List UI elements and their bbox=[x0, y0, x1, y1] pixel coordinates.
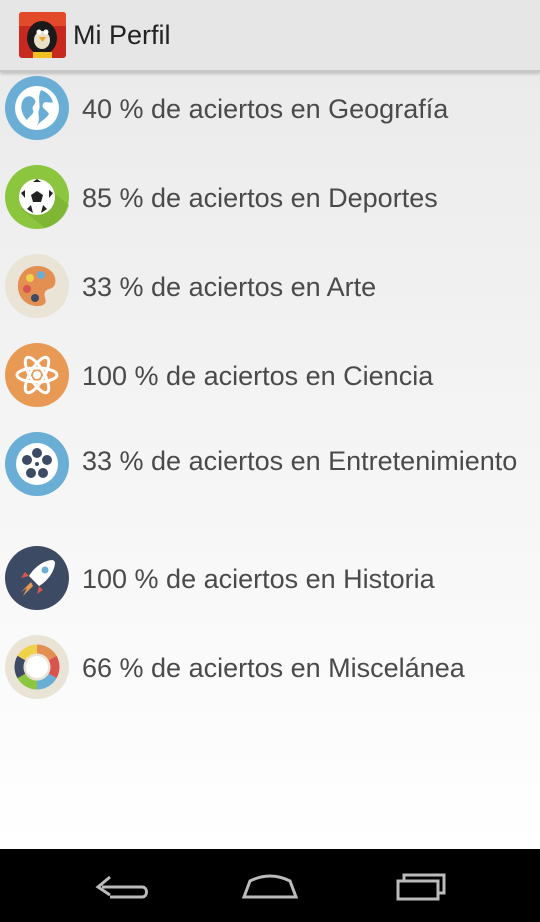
rocket-icon bbox=[5, 546, 69, 610]
back-icon[interactable] bbox=[80, 863, 160, 909]
list-item[interactable]: 66 % de aciertos en Miscelánea bbox=[0, 635, 540, 705]
list-item[interactable]: 85 % de aciertos en Deportes bbox=[0, 165, 540, 235]
list-item-label: 85 % de aciertos en Deportes bbox=[82, 183, 438, 213]
page-title: Mi Perfil bbox=[73, 20, 171, 50]
list-item-label: 100 % de aciertos en Ciencia bbox=[82, 361, 434, 391]
list-item-label: 40 % de aciertos en Geografía bbox=[82, 94, 449, 124]
action-bar: Mi Perfil bbox=[0, 0, 540, 72]
palette-icon bbox=[5, 254, 69, 318]
list-item[interactable]: 100 % de aciertos en Historia bbox=[0, 546, 540, 616]
app-logo-icon[interactable] bbox=[19, 12, 66, 58]
atom-icon bbox=[5, 343, 69, 407]
list-item[interactable]: 33 % de aciertos en Entretenimiento bbox=[0, 432, 540, 522]
home-icon[interactable] bbox=[230, 863, 310, 909]
list-item[interactable]: 100 % de aciertos en Ciencia bbox=[0, 343, 540, 413]
recent-apps-icon[interactable] bbox=[382, 863, 462, 909]
list-item-label: 100 % de aciertos en Historia bbox=[82, 564, 435, 594]
list-item[interactable]: 40 % de aciertos en Geografía bbox=[0, 76, 540, 146]
navigation-bar bbox=[0, 849, 540, 922]
list-item-label: 33 % de aciertos en Entretenimiento bbox=[82, 446, 518, 476]
film-reel-icon bbox=[5, 432, 69, 496]
globe-icon bbox=[5, 76, 69, 140]
list-item-label: 66 % de aciertos en Miscelánea bbox=[82, 653, 465, 683]
color-wheel-icon bbox=[5, 635, 69, 699]
list-item-label: 33 % de aciertos en Arte bbox=[82, 272, 377, 302]
soccer-ball-icon bbox=[5, 165, 69, 229]
list-item[interactable]: 33 % de aciertos en Arte bbox=[0, 254, 540, 324]
